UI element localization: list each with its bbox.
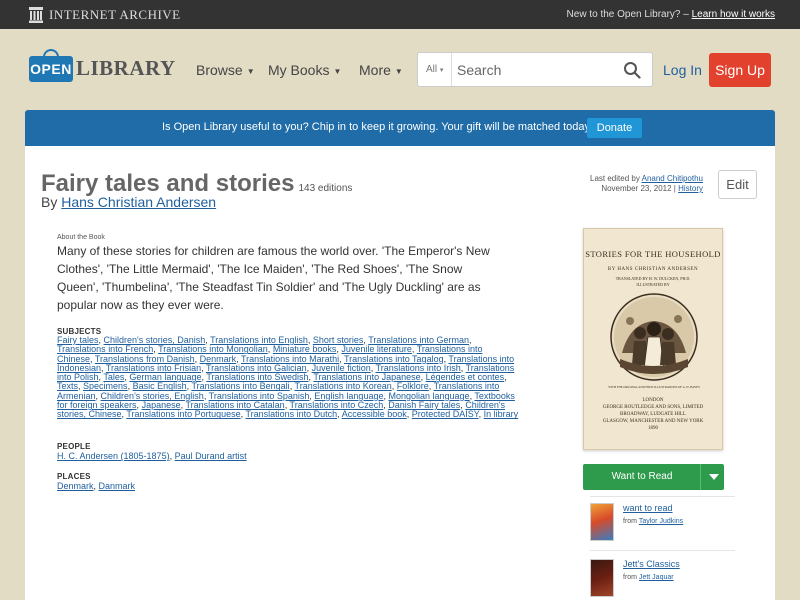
internet-archive-bar: INTERNET ARCHIVE New to the Open Library…: [0, 0, 800, 29]
list-owner-link[interactable]: Jett Jaquar: [639, 574, 674, 581]
editions-count: 143 editions: [298, 183, 353, 194]
by-label: By: [41, 194, 58, 210]
search-scope-select[interactable]: All ▾: [418, 53, 452, 86]
nav-my-books-label: My Books: [268, 62, 330, 78]
signup-button[interactable]: Sign Up: [709, 53, 771, 87]
search-scope-label: All: [426, 64, 438, 75]
author-link[interactable]: Hans Christian Andersen: [61, 194, 216, 210]
search-input[interactable]: [453, 53, 613, 86]
byline: By Hans Christian Andersen: [41, 194, 216, 210]
last-edited-info: Last edited by Anand Chitipothu November…: [590, 174, 703, 193]
person-link[interactable]: Paul Durand artist: [175, 451, 247, 461]
want-to-read-control: Want to Read: [583, 464, 724, 490]
caret-down-icon: ▼: [246, 66, 255, 76]
list-cover-thumbnail[interactable]: [590, 559, 614, 597]
subject-link[interactable]: In library: [484, 409, 519, 419]
list-owner: from Jett Jaquar: [623, 574, 674, 581]
subject-link[interactable]: Protected DAISY: [412, 409, 479, 419]
cover-author: BY HANS CHRISTIAN ANDERSEN: [607, 267, 699, 272]
list-item: want to read from Taylor Judkins: [590, 503, 730, 547]
open-library-logo[interactable]: OPEN LIBRARY: [29, 49, 175, 91]
nav-more[interactable]: More ▼: [359, 62, 403, 78]
cover-pub-address: BROADWAY, LUDGATE HILL: [620, 412, 686, 417]
learn-how-link[interactable]: Learn how it works: [692, 9, 775, 20]
cover-illustration: [610, 293, 698, 381]
search-icon[interactable]: [623, 61, 641, 79]
donate-text: Is Open Library useful to you? Chip in t…: [162, 121, 594, 133]
logo-library-text: LIBRARY: [76, 56, 176, 80]
caret-down-icon: ▼: [333, 66, 342, 76]
internet-archive-logo[interactable]: INTERNET ARCHIVE: [29, 6, 181, 23]
list-cover-thumbnail[interactable]: [590, 503, 614, 541]
cover-pub-city: LONDON: [642, 398, 664, 403]
want-to-read-button[interactable]: Want to Read: [583, 464, 701, 490]
cover-pub-cities: GLASGOW, MANCHESTER AND NEW YORK: [602, 419, 704, 424]
place-link[interactable]: Denmark: [57, 481, 94, 491]
places-list: Denmark, Danmark: [57, 481, 136, 491]
subject-link[interactable]: Translations into Dutch: [245, 409, 337, 419]
subjects-list: Fairy tales, Children's stories, Danish,…: [57, 335, 519, 420]
divider: [590, 496, 735, 497]
last-edited-date: November 23, 2012: [601, 184, 672, 193]
cover-publisher: LONDON GEORGE ROUTLEDGE AND SONS, LIMITE…: [584, 397, 722, 432]
reading-status-dropdown[interactable]: [700, 464, 724, 490]
list-name-link[interactable]: want to read: [623, 503, 673, 513]
cover-translated-by: TRANSLATED BY H. W. DULCKEN, PH.D.: [615, 276, 691, 281]
nav-my-books[interactable]: My Books ▼: [268, 62, 341, 78]
about-label: About the Book: [57, 234, 105, 241]
last-edited-prefix: Last edited by: [590, 174, 640, 183]
last-editor-link[interactable]: Anand Chitipothu: [642, 174, 703, 183]
nav-browse[interactable]: Browse ▼: [196, 62, 255, 78]
list-name-link[interactable]: Jett's Classics: [623, 559, 680, 569]
subject-link[interactable]: Translations into Portuguese: [126, 409, 240, 419]
donate-button[interactable]: Donate: [587, 118, 642, 138]
cover-title: STORIES FOR THE HOUSEHOLD: [585, 249, 721, 259]
caret-down-icon: ▾: [439, 67, 444, 74]
caret-down-icon: ▼: [394, 66, 403, 76]
work-panel: Fairy tales and stories 143 editions By H…: [25, 146, 775, 600]
place-link[interactable]: Danmark: [99, 481, 136, 491]
donate-banner: Is Open Library useful to you? Chip in t…: [25, 110, 775, 146]
new-user-text: New to the Open Library?: [566, 9, 681, 20]
list-from-prefix: from: [623, 518, 637, 525]
list-owner-link[interactable]: Taylor Judkins: [639, 518, 683, 525]
cover-publisher-name: GEORGE ROUTLEDGE AND SONS, LIMITED: [602, 405, 704, 410]
cover-translator: TRANSLATED BY H. W. DULCKEN, PH.D. ILLUS…: [584, 276, 722, 288]
divider: [590, 550, 735, 551]
book-cover[interactable]: STORIES FOR THE HOUSEHOLD BY HANS CHRIST…: [583, 228, 723, 450]
list-owner: from Taylor Judkins: [623, 518, 683, 525]
archive-building-icon: [29, 6, 43, 23]
work-title-text: Fairy tales and stories: [41, 170, 295, 197]
login-link[interactable]: Log In: [663, 62, 702, 78]
subject-link[interactable]: Accessible book: [342, 409, 407, 419]
new-user-notice: New to the Open Library? – Learn how it …: [566, 9, 775, 20]
cover-illustrated-by: ILLUSTRATED BY: [636, 282, 670, 287]
book-description: Many of these stories for children are f…: [57, 244, 490, 312]
nav-more-label: More: [359, 62, 391, 78]
search-box: All ▾: [417, 52, 653, 87]
history-link[interactable]: History: [678, 184, 703, 193]
cover-pub-year: 1890: [648, 426, 658, 431]
list-from-prefix: from: [623, 574, 637, 581]
places-heading: PLACES: [57, 472, 91, 481]
people-heading: PEOPLE: [57, 442, 91, 451]
logo-open-sign: OPEN: [29, 56, 73, 82]
edit-button[interactable]: Edit: [718, 170, 757, 199]
person-link[interactable]: H. C. Andersen (1805-1875): [57, 451, 170, 461]
list-item: Jett's Classics from Jett Jaquar: [590, 559, 730, 600]
people-list: H. C. Andersen (1805-1875), Paul Durand …: [57, 451, 247, 461]
internet-archive-text: INTERNET ARCHIVE: [49, 6, 181, 22]
site-header: OPEN LIBRARY Browse ▼ My Books ▼ More ▼ All…: [0, 29, 800, 111]
nav-browse-label: Browse: [196, 62, 243, 78]
cover-caption: WITH THE ORIGINAL AND FIRST ILLUSTRATION…: [608, 385, 700, 389]
